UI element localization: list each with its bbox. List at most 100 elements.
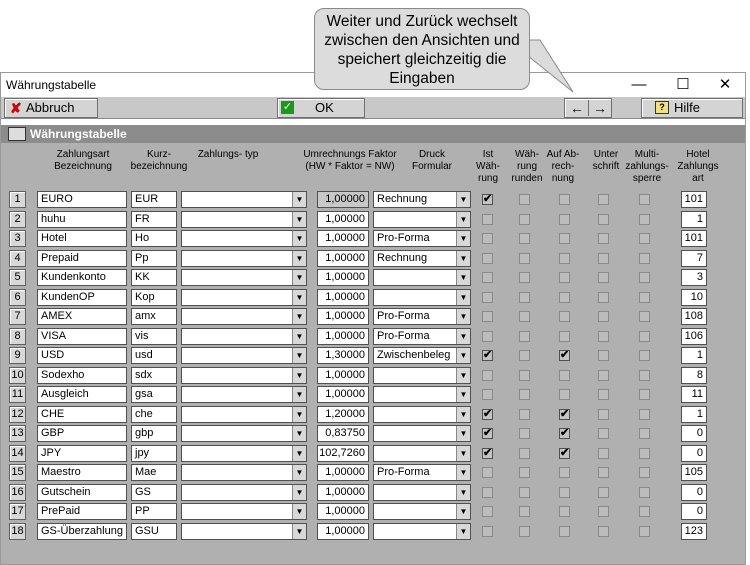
payment-type-select[interactable]: ▼ <box>181 230 307 247</box>
checkbox-istw[interactable] <box>482 292 493 303</box>
hotel-payment-field[interactable]: 0 <box>681 445 707 462</box>
checkbox-unter[interactable] <box>598 526 609 537</box>
checkbox-runden[interactable] <box>519 448 530 459</box>
payment-type-select[interactable]: ▼ <box>181 523 307 540</box>
checkbox-abrech[interactable] <box>559 194 570 205</box>
checkbox-multi[interactable] <box>639 467 650 478</box>
row-number[interactable]: 5 <box>9 269 26 286</box>
checkbox-runden[interactable] <box>519 526 530 537</box>
checkbox-abrech[interactable]: ✔ <box>559 428 570 439</box>
hotel-payment-field[interactable]: 10 <box>681 289 707 306</box>
checkbox-abrech[interactable]: ✔ <box>559 409 570 420</box>
payment-type-select[interactable]: ▼ <box>181 269 307 286</box>
row-number[interactable]: 16 <box>9 484 26 501</box>
print-form-select[interactable]: ▼ <box>373 425 471 442</box>
checkbox-unter[interactable] <box>598 506 609 517</box>
checkbox-multi[interactable] <box>639 253 650 264</box>
checkbox-unter[interactable] <box>598 194 609 205</box>
conversion-factor-field[interactable]: 1,00000 <box>317 503 369 520</box>
checkbox-runden[interactable] <box>519 506 530 517</box>
checkbox-runden[interactable] <box>519 467 530 478</box>
print-form-select[interactable]: ▼ <box>373 367 471 384</box>
conversion-factor-field[interactable]: 0,83750 <box>317 425 369 442</box>
payment-name-field[interactable]: JPY <box>37 445 127 462</box>
print-form-select[interactable]: ▼ <box>373 406 471 423</box>
payment-type-select[interactable]: ▼ <box>181 211 307 228</box>
checkbox-multi[interactable] <box>639 331 650 342</box>
checkbox-multi[interactable] <box>639 487 650 498</box>
print-form-select[interactable]: Pro-Forma ▼ <box>373 328 471 345</box>
short-name-field[interactable]: Mae <box>131 464 177 481</box>
chevron-down-icon[interactable]: ▼ <box>456 212 470 227</box>
chevron-down-icon[interactable]: ▼ <box>292 309 306 324</box>
checkbox-runden[interactable] <box>519 389 530 400</box>
conversion-factor-field[interactable]: 1,30000 <box>317 347 369 364</box>
hotel-payment-field[interactable]: 101 <box>681 191 707 208</box>
checkbox-runden[interactable] <box>519 272 530 283</box>
checkbox-abrech[interactable] <box>559 233 570 244</box>
checkbox-runden[interactable] <box>519 214 530 225</box>
chevron-down-icon[interactable]: ▼ <box>292 212 306 227</box>
payment-name-field[interactable]: AMEX <box>37 308 127 325</box>
payment-type-select[interactable]: ▼ <box>181 464 307 481</box>
print-form-select[interactable]: Pro-Forma ▼ <box>373 308 471 325</box>
checkbox-istw[interactable] <box>482 331 493 342</box>
payment-name-field[interactable]: EURO <box>37 191 127 208</box>
checkbox-runden[interactable] <box>519 370 530 381</box>
checkbox-istw[interactable]: ✔ <box>482 409 493 420</box>
chevron-down-icon[interactable]: ▼ <box>456 290 470 305</box>
print-form-select[interactable]: ▼ <box>373 503 471 520</box>
checkbox-runden[interactable] <box>519 233 530 244</box>
payment-type-select[interactable]: ▼ <box>181 445 307 462</box>
row-number[interactable]: 7 <box>9 308 26 325</box>
payment-type-select[interactable]: ▼ <box>181 367 307 384</box>
hotel-payment-field[interactable]: 0 <box>681 484 707 501</box>
chevron-down-icon[interactable]: ▼ <box>456 485 470 500</box>
checkbox-runden[interactable] <box>519 253 530 264</box>
checkbox-runden[interactable] <box>519 292 530 303</box>
hotel-payment-field[interactable]: 1 <box>681 347 707 364</box>
checkbox-unter[interactable] <box>598 233 609 244</box>
checkbox-runden[interactable] <box>519 409 530 420</box>
chevron-down-icon[interactable]: ▼ <box>292 446 306 461</box>
short-name-field[interactable]: amx <box>131 308 177 325</box>
payment-type-select[interactable]: ▼ <box>181 347 307 364</box>
print-form-select[interactable]: Zwischenbeleg ▼ <box>373 347 471 364</box>
payment-type-select[interactable]: ▼ <box>181 503 307 520</box>
chevron-down-icon[interactable]: ▼ <box>456 368 470 383</box>
short-name-field[interactable]: FR <box>131 211 177 228</box>
checkbox-unter[interactable] <box>598 487 609 498</box>
chevron-down-icon[interactable]: ▼ <box>292 485 306 500</box>
chevron-down-icon[interactable]: ▼ <box>292 426 306 441</box>
hotel-payment-field[interactable]: 123 <box>681 523 707 540</box>
hotel-payment-field[interactable]: 11 <box>681 386 707 403</box>
print-form-select[interactable]: ▼ <box>373 445 471 462</box>
row-number[interactable]: 6 <box>9 289 26 306</box>
short-name-field[interactable]: che <box>131 406 177 423</box>
chevron-down-icon[interactable]: ▼ <box>292 270 306 285</box>
short-name-field[interactable]: KK <box>131 269 177 286</box>
checkbox-runden[interactable] <box>519 487 530 498</box>
checkbox-istw[interactable] <box>482 272 493 283</box>
payment-type-select[interactable]: ▼ <box>181 484 307 501</box>
checkbox-unter[interactable] <box>598 292 609 303</box>
row-number[interactable]: 8 <box>9 328 26 345</box>
chevron-down-icon[interactable]: ▼ <box>456 465 470 480</box>
short-name-field[interactable]: gbp <box>131 425 177 442</box>
row-number[interactable]: 3 <box>9 230 26 247</box>
checkbox-runden[interactable] <box>519 428 530 439</box>
payment-name-field[interactable]: Maestro <box>37 464 127 481</box>
short-name-field[interactable]: gsa <box>131 386 177 403</box>
chevron-down-icon[interactable]: ▼ <box>456 446 470 461</box>
payment-name-field[interactable]: VISA <box>37 328 127 345</box>
checkbox-multi[interactable] <box>639 194 650 205</box>
checkbox-istw[interactable] <box>482 233 493 244</box>
payment-name-field[interactable]: Prepaid <box>37 250 127 267</box>
conversion-factor-field[interactable]: 1,00000 <box>317 308 369 325</box>
payment-name-field[interactable]: GBP <box>37 425 127 442</box>
print-form-select[interactable]: ▼ <box>373 523 471 540</box>
chevron-down-icon[interactable]: ▼ <box>456 270 470 285</box>
chevron-down-icon[interactable]: ▼ <box>456 524 470 539</box>
row-number[interactable]: 12 <box>9 406 26 423</box>
chevron-down-icon[interactable]: ▼ <box>292 368 306 383</box>
